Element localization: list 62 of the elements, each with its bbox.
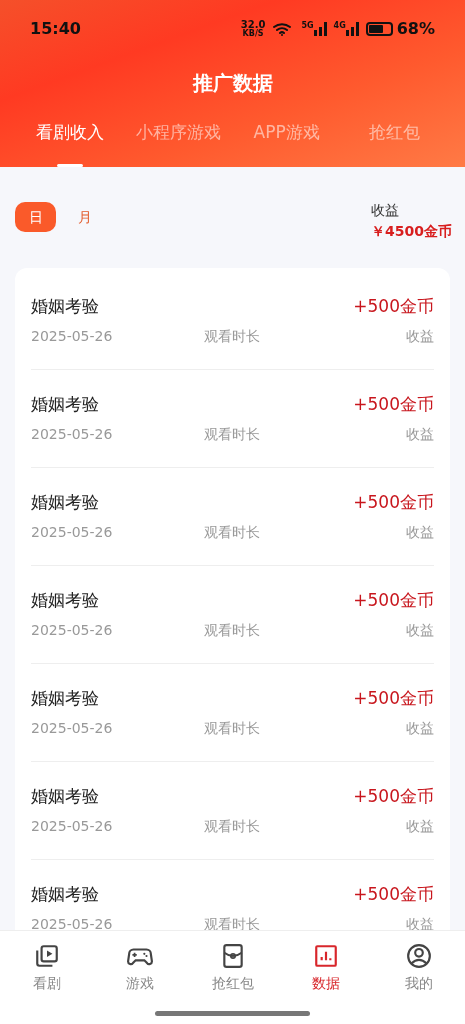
record-label: 收益	[406, 816, 434, 836]
record-label: 收益	[406, 424, 434, 444]
record-title: 婚姻考验	[31, 589, 99, 613]
record-label: 观看时长	[204, 424, 261, 444]
tab[interactable]: 看剧收入	[16, 112, 125, 167]
record-title: 婚姻考验	[31, 785, 99, 809]
tab[interactable]: 小程序游戏	[124, 112, 233, 167]
nav-tab[interactable]: 我的	[372, 943, 465, 994]
nav-tab[interactable]: 抢红包	[186, 943, 279, 994]
speed-unit: KB/S	[242, 30, 264, 38]
record-amount: +500金币	[353, 883, 434, 907]
record-title: 婚姻考验	[31, 883, 99, 907]
period-toggle[interactable]: 月	[64, 202, 105, 232]
signal-icon	[345, 22, 360, 36]
record-date: 2025-05-26	[31, 718, 114, 738]
nav-tab[interactable]: 看剧	[0, 943, 93, 994]
wifi-icon	[273, 22, 294, 36]
record-label: 收益	[406, 718, 434, 738]
record-label: 收益	[406, 522, 434, 542]
record-amount: +500金币	[353, 785, 434, 809]
record-label: 观看时长	[204, 326, 261, 346]
battery-level: 68%	[396, 18, 435, 40]
status-time: 15:40	[30, 18, 81, 40]
record-date: 2025-05-26	[31, 424, 114, 444]
play-video-icon	[33, 943, 60, 969]
record-amount: +500金币	[353, 589, 434, 613]
record-date: 2025-05-26	[31, 816, 114, 836]
record-label: 观看时长	[204, 620, 261, 640]
record-title: 婚姻考验	[31, 295, 99, 319]
record-date: 2025-05-26	[31, 326, 114, 346]
record-date: 2025-05-26	[31, 620, 114, 640]
summary-value: ￥4500金币	[371, 222, 452, 241]
page-title: 推广数据	[192, 70, 273, 97]
record-label: 观看时长	[204, 718, 261, 738]
tab[interactable]: 抢红包	[340, 112, 449, 167]
record-label: 收益	[406, 326, 434, 346]
summary-label: 收益	[371, 201, 400, 220]
record-label: 观看时长	[204, 522, 261, 542]
tab[interactable]: APP游戏	[232, 112, 341, 167]
record-title: 婚姻考验	[31, 491, 99, 515]
record-title: 婚姻考验	[31, 687, 99, 711]
network-speed: 32.0	[240, 20, 266, 30]
record-amount: +500金币	[353, 491, 434, 515]
network-type: 4G	[333, 22, 346, 30]
record-date: 2025-05-26	[31, 522, 114, 542]
network-type: 5G	[301, 22, 314, 30]
signal-icon	[313, 22, 328, 36]
record-label: 观看时长	[204, 914, 261, 930]
battery-icon	[365, 22, 393, 36]
record-amount: +500金币	[353, 295, 434, 319]
record-amount: +500金币	[353, 687, 434, 711]
record-amount: +500金币	[353, 393, 434, 417]
period-toggle[interactable]: 日	[15, 202, 56, 232]
user-icon	[405, 943, 432, 969]
record-date: 2025-05-26	[31, 914, 114, 930]
record-label: 收益	[406, 620, 434, 640]
nav-tab[interactable]: 数据	[279, 943, 372, 994]
record-label: 观看时长	[204, 816, 261, 836]
nav-tab[interactable]: 游戏	[93, 943, 186, 994]
record-label: 收益	[406, 914, 434, 930]
record-title: 婚姻考验	[31, 393, 99, 417]
bar-chart-icon	[312, 943, 339, 969]
